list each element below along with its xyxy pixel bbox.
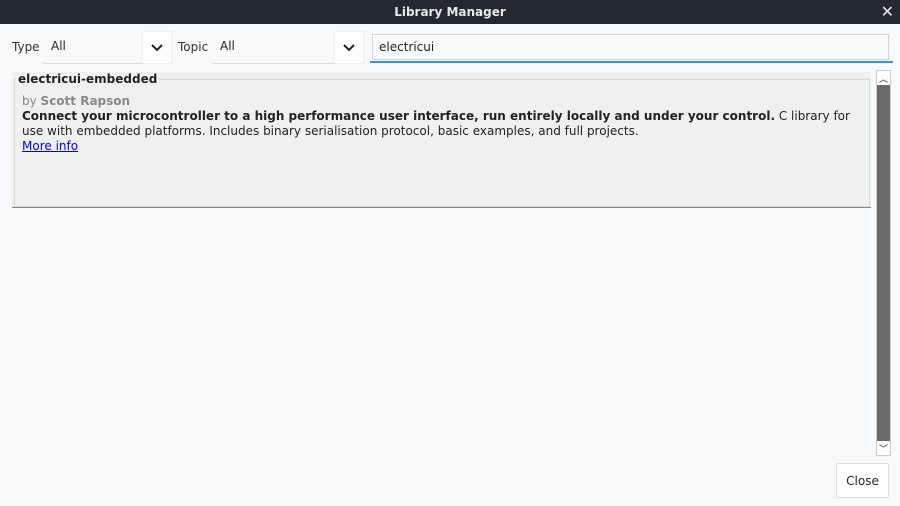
type-value: All	[51, 39, 66, 53]
scrollbar-thumb[interactable]	[877, 85, 890, 441]
chevron-down-icon	[151, 43, 163, 51]
chevron-down-icon	[343, 43, 355, 51]
type-dropdown-button[interactable]	[142, 31, 172, 64]
scroll-down-icon[interactable]: ﹀	[877, 441, 890, 455]
library-name: electricui-embedded	[16, 72, 160, 86]
type-label: Type	[12, 40, 40, 54]
close-icon[interactable]: ✕	[881, 0, 894, 24]
topic-dropdown-button[interactable]	[334, 31, 364, 64]
by-prefix: by	[22, 94, 37, 108]
more-info-link[interactable]: More info	[22, 139, 78, 153]
window-title: Library Manager	[394, 5, 506, 19]
library-description: Connect your microcontroller to a high p…	[22, 109, 862, 139]
search-input[interactable]	[372, 34, 889, 60]
topic-value: All	[220, 39, 235, 53]
close-button[interactable]: Close	[836, 463, 889, 498]
topic-label: Topic	[178, 40, 209, 54]
scrollbar[interactable]: ︿ ﹀	[876, 70, 891, 456]
library-author-line: by Scott Rapson	[22, 94, 862, 109]
search-focus-underline	[370, 61, 893, 63]
library-details: by Scott Rapson Connect your microcontro…	[22, 94, 862, 154]
scroll-up-icon[interactable]: ︿	[877, 71, 890, 85]
library-author: Scott Rapson	[40, 94, 131, 108]
title-bar: Library Manager ✕	[0, 0, 900, 24]
topic-select[interactable]: All	[212, 31, 334, 64]
type-select[interactable]: All	[43, 31, 143, 64]
library-sentence: Connect your microcontroller to a high p…	[22, 109, 776, 123]
